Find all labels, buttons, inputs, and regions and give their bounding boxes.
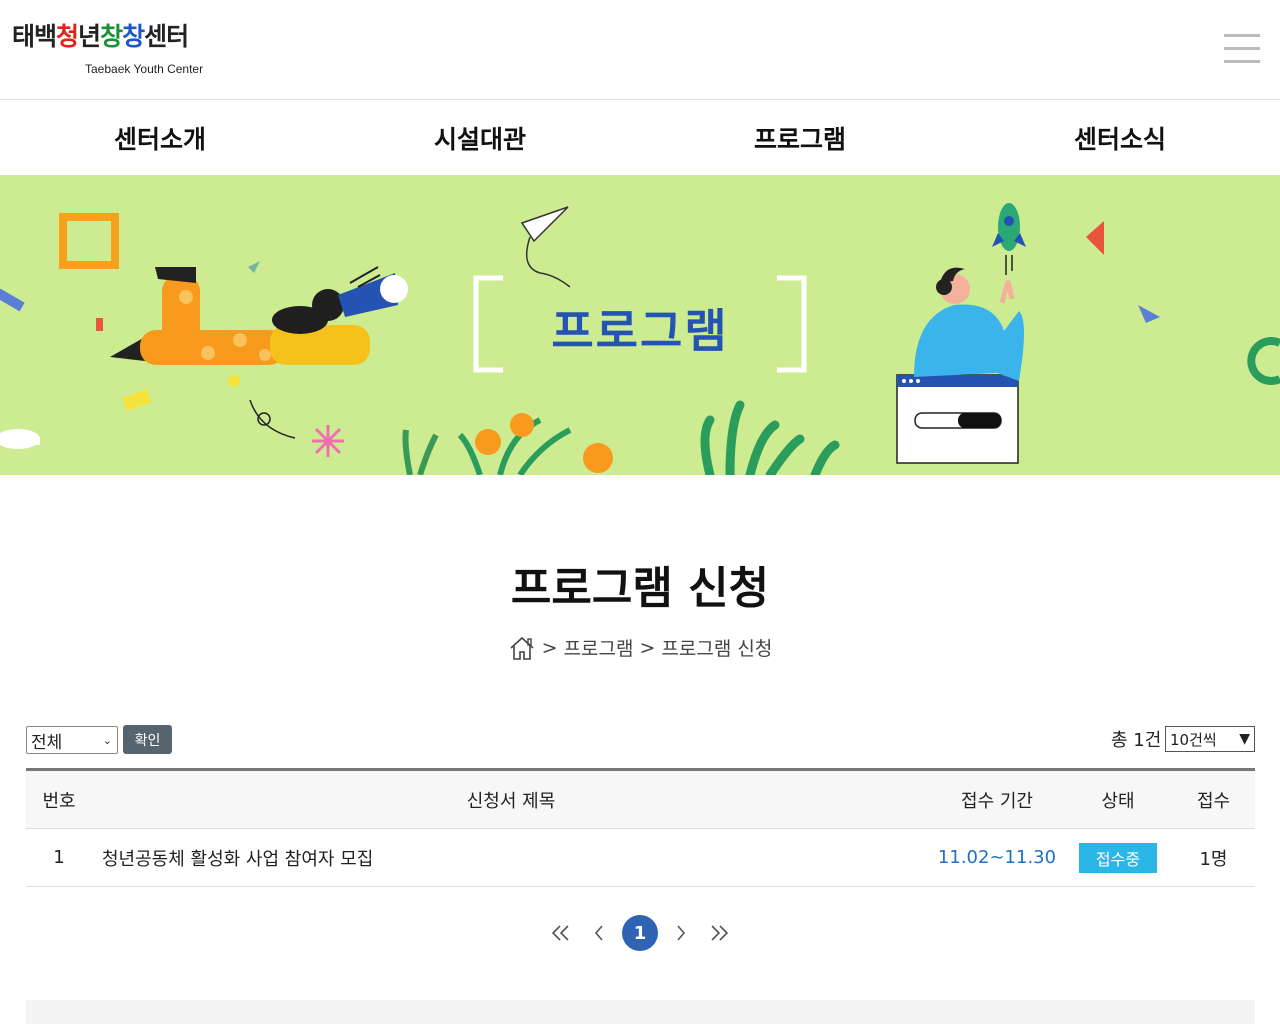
row-applicant-count: 1명 xyxy=(1199,848,1228,870)
program-table: 번호 신청서 제목 접수 기간 상태 접수 1 청년공동체 활성화 사업 참여자… xyxy=(26,768,1255,887)
nav-item-program[interactable]: 프로그램 xyxy=(640,101,960,175)
breadcrumb-item-program-apply[interactable]: 프로그램 신청 xyxy=(661,634,772,661)
category-select-value: 전체 xyxy=(31,732,63,753)
site-logo[interactable]: 태백청년창창센터 Taebaek Youth Center xyxy=(12,20,252,82)
site-header: 태백청년창창센터 Taebaek Youth Center xyxy=(0,0,1280,100)
column-header-title: 신청서 제목 xyxy=(466,790,556,812)
chevron-down-icon: ⌄ xyxy=(102,733,112,747)
row-period-value: 11.02~11.30 xyxy=(937,847,1057,868)
main-nav: 센터소개 시설대관 프로그램 센터소식 xyxy=(0,101,1280,175)
row-number: 1 xyxy=(53,847,65,868)
category-select[interactable]: 전체 ⌄ xyxy=(26,726,118,754)
page-banner: 프로그램 xyxy=(0,175,1280,475)
row-period: 11.02~11.30 xyxy=(930,847,1064,868)
row-title-link[interactable]: 청년공동체 활성화 사업 참여자 모집 xyxy=(92,845,930,871)
hamburger-menu-icon[interactable] xyxy=(1224,34,1260,64)
breadcrumb: > 프로그램 > 프로그램 신청 xyxy=(0,634,1280,661)
double-chevron-right-icon[interactable] xyxy=(704,915,734,951)
nav-item-facility-rental[interactable]: 시설대관 xyxy=(320,101,640,175)
banner-title: 프로그램 xyxy=(551,304,729,358)
column-header-number: 번호 xyxy=(42,790,76,812)
footer-strip xyxy=(26,1000,1255,1024)
column-header-applicants: 접수 xyxy=(1196,790,1231,812)
total-count: 총 1건 xyxy=(1111,730,1162,751)
table-row[interactable]: 1 청년공동체 활성화 사업 참여자 모집 11.02~11.30 접수중 1명 xyxy=(26,829,1255,887)
chevron-right-icon[interactable] xyxy=(666,915,696,951)
chevron-left-icon[interactable] xyxy=(584,915,614,951)
confirm-button[interactable]: 확인 xyxy=(123,725,172,754)
pagination: 1 xyxy=(0,914,1280,952)
per-page-select[interactable]: 10건씩 ▼ xyxy=(1165,726,1255,752)
page-title: 프로그램 신청 xyxy=(510,563,770,614)
double-chevron-left-icon[interactable] xyxy=(546,915,576,951)
dropdown-triangle-icon: ▼ xyxy=(1239,731,1250,747)
status-badge: 접수중 xyxy=(1079,842,1157,873)
table-header-row: 번호 신청서 제목 접수 기간 상태 접수 xyxy=(26,771,1255,829)
home-icon[interactable] xyxy=(508,635,536,661)
row-status: 접수중 xyxy=(1064,842,1172,873)
nav-item-center-news[interactable]: 센터소식 xyxy=(960,101,1280,175)
nav-item-center-intro[interactable]: 센터소개 xyxy=(0,101,320,175)
logo-subtitle: Taebaek Youth Center xyxy=(85,62,204,76)
breadcrumb-separator: > xyxy=(541,636,558,659)
column-header-period: 접수 기간 xyxy=(961,790,1033,812)
breadcrumb-separator: > xyxy=(639,636,656,659)
column-header-status: 상태 xyxy=(1101,790,1135,812)
page-button-current[interactable]: 1 xyxy=(622,915,658,951)
breadcrumb-item-program[interactable]: 프로그램 xyxy=(564,634,634,661)
per-page-select-value: 10건씩 xyxy=(1170,730,1217,749)
logo-text: 태백청년창창센터 xyxy=(12,22,189,51)
